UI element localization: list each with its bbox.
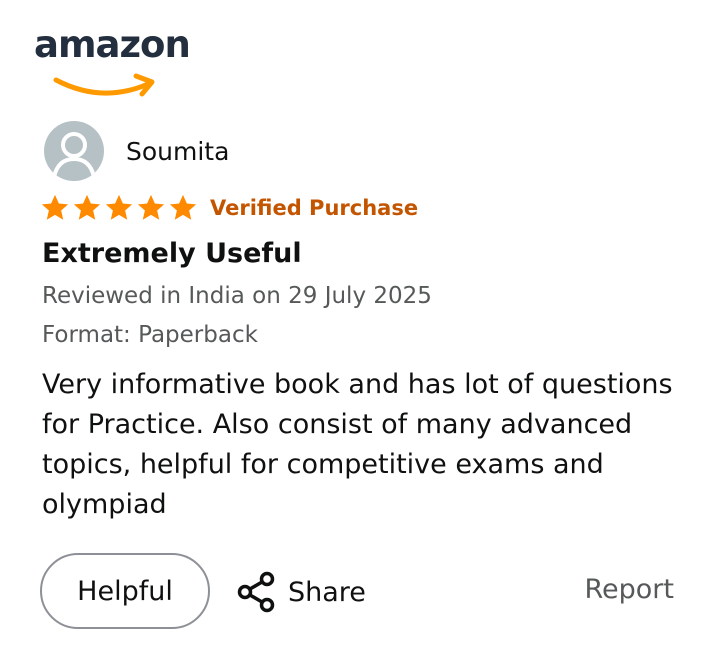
star-icon <box>73 194 101 220</box>
logo-text: amazon <box>34 23 191 66</box>
review-actions: Helpful Share Report <box>40 553 680 631</box>
person-icon <box>52 132 96 178</box>
report-link[interactable]: Report <box>584 574 674 605</box>
helpful-button[interactable]: Helpful <box>40 553 210 629</box>
star-icon <box>105 194 133 220</box>
reviewer-name: Soumita <box>126 136 230 166</box>
share-label: Share <box>288 576 366 608</box>
star-rating <box>40 193 198 223</box>
review-body: Very informative book and has lot of que… <box>42 369 673 520</box>
star-icon <box>169 194 197 220</box>
review-title: Extremely Useful <box>42 238 302 269</box>
amazon-logo[interactable]: amazon <box>34 22 194 97</box>
review-format: Format: Paperback <box>42 322 258 348</box>
star-icon <box>137 194 165 220</box>
share-button[interactable]: Share <box>236 571 366 613</box>
review-date: Reviewed in India on 29 July 2025 <box>42 283 432 309</box>
avatar <box>44 121 104 181</box>
logo-smile-icon <box>53 73 155 97</box>
star-icon <box>41 194 69 220</box>
reviewer-info: Soumita <box>44 121 229 181</box>
rating-row: Verified Purchase <box>40 193 418 223</box>
share-icon <box>237 571 275 613</box>
verified-purchase-badge: Verified Purchase <box>210 196 419 220</box>
